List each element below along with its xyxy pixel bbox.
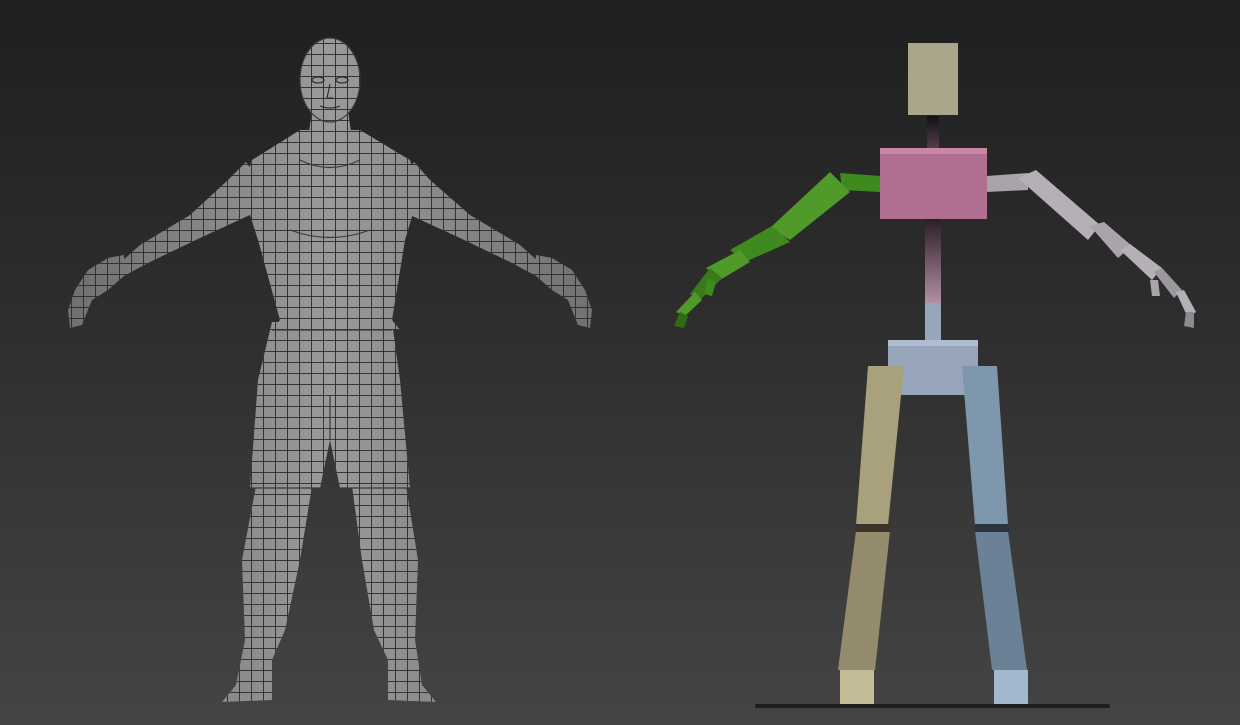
ground-plane bbox=[755, 704, 1110, 708]
3d-viewport[interactable] bbox=[0, 0, 1240, 725]
biped-left-leg[interactable] bbox=[838, 366, 904, 704]
biped-right-arm[interactable] bbox=[987, 170, 1196, 328]
biped-rig-model[interactable] bbox=[674, 43, 1196, 708]
wireframe-human-model[interactable] bbox=[60, 30, 600, 710]
biped-spine[interactable] bbox=[925, 219, 941, 303]
biped-head[interactable] bbox=[908, 43, 958, 115]
biped-right-leg[interactable] bbox=[962, 366, 1028, 704]
biped-neck[interactable] bbox=[927, 116, 939, 150]
biped-left-arm[interactable] bbox=[674, 172, 880, 328]
biped-chest[interactable] bbox=[880, 148, 987, 219]
viewport-scene[interactable] bbox=[0, 0, 1240, 725]
